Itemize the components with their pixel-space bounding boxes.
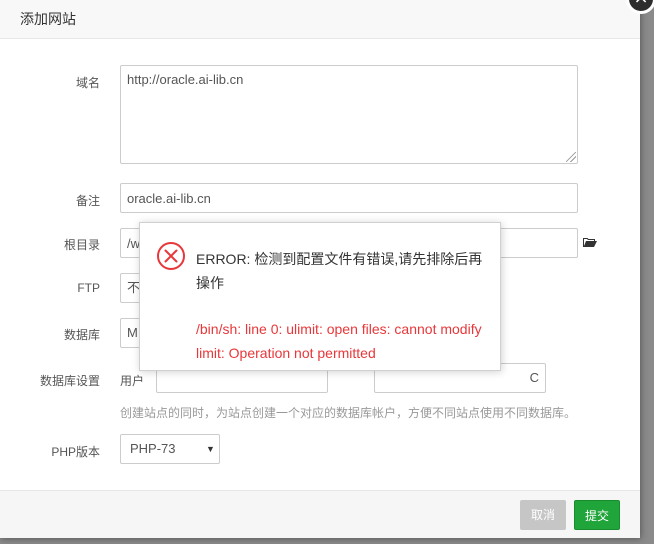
error-circle-icon	[157, 242, 185, 270]
domain-textarea[interactable]	[120, 65, 578, 164]
error-message-popup: ERROR: 检测到配置文件有错误,请先排除后再操作 /bin/sh: line…	[139, 222, 501, 371]
error-detail: /bin/sh: line 0: ulimit: open files: can…	[196, 321, 482, 361]
root-label: 根目录	[63, 238, 100, 252]
php-version-value: PHP-73	[130, 441, 176, 456]
dialog-title: 添加网站	[20, 11, 76, 27]
db-password-value: C	[529, 370, 539, 385]
db-hint-text: 创建站点的同时，为站点创建一个对应的数据库帐户，方便不同站点使用不同数据库。	[120, 406, 577, 420]
error-title: ERROR: 检测到配置文件有错误,请先排除后再操作	[196, 251, 483, 291]
database-label: 数据库	[63, 328, 100, 342]
domain-label: 域名	[75, 76, 100, 90]
cancel-button[interactable]: 取消	[520, 500, 566, 530]
chevron-down-icon: ▼	[206, 444, 215, 454]
ftp-label: FTP	[77, 281, 100, 295]
dialog-header: 添加网站	[0, 0, 640, 39]
remark-input[interactable]	[120, 183, 578, 213]
submit-button[interactable]: 提交	[574, 500, 620, 530]
textarea-resize-handle[interactable]	[566, 152, 576, 162]
database-select-value: M	[127, 325, 138, 340]
db-settings-label: 数据库设置	[39, 374, 100, 388]
php-version-label: PHP版本	[51, 445, 100, 459]
folder-open-icon[interactable]	[583, 237, 597, 248]
dialog-footer: 取消 提交	[0, 490, 640, 538]
remark-label: 备注	[75, 194, 100, 208]
php-version-select[interactable]: PHP-73	[120, 434, 220, 464]
db-user-label: 用户	[120, 374, 145, 388]
